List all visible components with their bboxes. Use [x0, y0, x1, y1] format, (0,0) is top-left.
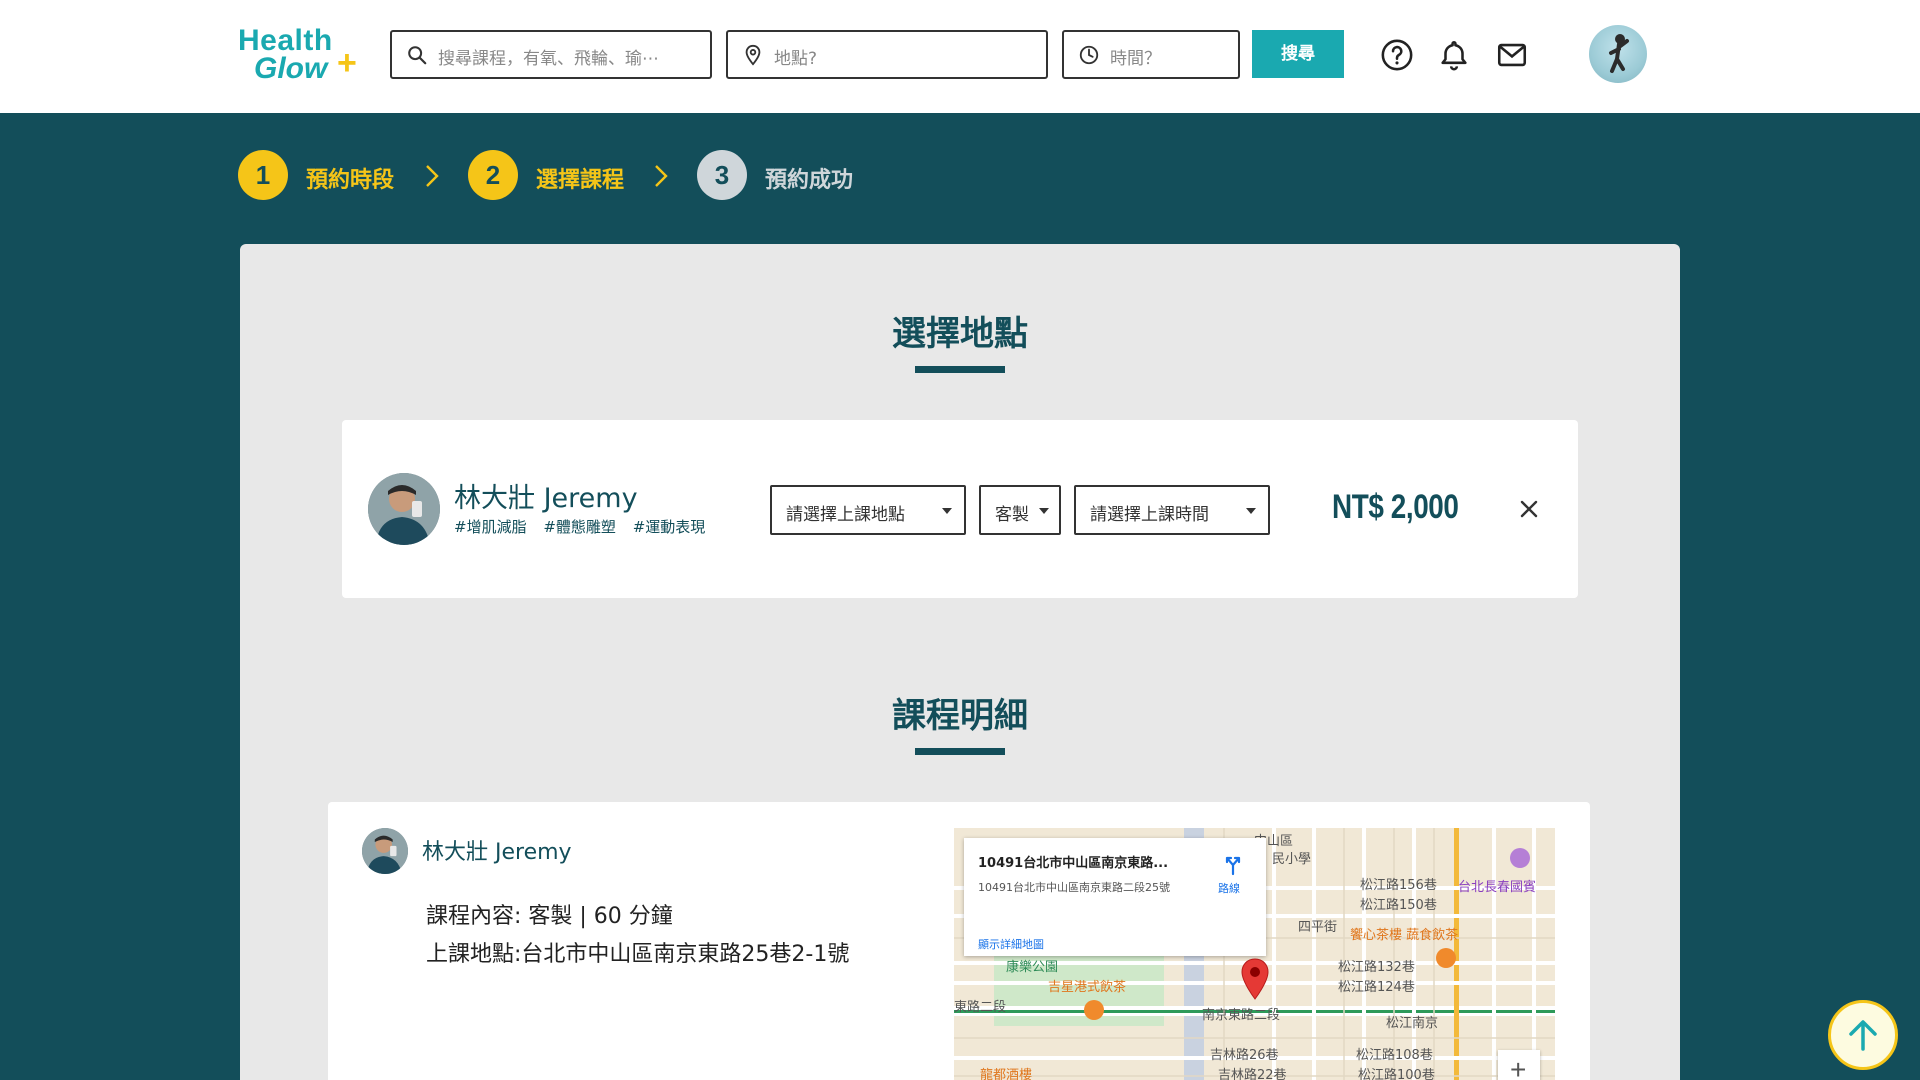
top-header: Health Glow + 搜尋課程，有氧、飛輪、瑜⋯ 地點? 時間？ 搜尋	[0, 0, 1920, 113]
close-icon[interactable]	[1518, 498, 1540, 520]
coach-photo-icon	[368, 473, 440, 545]
coach-booking-card: 林大壯 Jeremy #增肌減脂 #體態雕塑 #運動表現 請選擇上課地點 客製 …	[342, 420, 1578, 598]
caret-down-icon	[942, 508, 952, 514]
bell-icon[interactable]	[1437, 38, 1471, 72]
arrow-up-icon	[1849, 1020, 1877, 1051]
map-street-label: 四平街	[1298, 920, 1338, 935]
coach-tags: #增肌減脂 #體態雕塑 #運動表現	[454, 516, 717, 537]
map-street-label: 松江路132巷	[1338, 960, 1415, 975]
coach-photo-icon	[362, 828, 408, 874]
map-street-label: 南京東路二段	[1202, 1008, 1281, 1023]
map-street-label: 松江南京	[1386, 1016, 1439, 1031]
coach-avatar	[368, 473, 440, 545]
search-icon	[408, 46, 427, 65]
mail-icon[interactable]	[1495, 38, 1529, 72]
user-avatar-figure-icon	[1609, 34, 1629, 73]
coach-tag[interactable]: #運動表現	[633, 518, 706, 536]
course-type-value: 客製	[995, 505, 1029, 525]
map-info-title: 10491台北市中山區南京東路...	[978, 856, 1169, 871]
map-street-label: 松江路150巷	[1360, 898, 1437, 913]
select-location-title: 選擇地點	[892, 314, 1028, 354]
title-underline	[915, 366, 1005, 373]
time-input[interactable]: 時間？	[1062, 30, 1240, 79]
clock-icon	[1079, 45, 1099, 65]
back-to-top-button[interactable]	[1828, 1000, 1898, 1070]
time-placeholder: 時間？	[1110, 49, 1161, 69]
map-poi-label: 饗心茶樓 蔬食飲茶	[1350, 928, 1459, 943]
directions-icon[interactable]	[1222, 854, 1244, 876]
location-placeholder: 地點?	[774, 49, 818, 69]
map-street-label: 民小學	[1272, 852, 1312, 867]
coach-avatar-small	[362, 828, 408, 874]
coach-tag[interactable]: #體態雕塑	[543, 518, 616, 536]
search-button[interactable]: 搜尋	[1252, 30, 1344, 78]
location-pin-icon	[745, 44, 761, 66]
course-detail-card: 林大壯 Jeremy 課程內容: 客製 | 60 分鐘 上課地點:台北市中山區南…	[328, 802, 1590, 1080]
course-type-select[interactable]: 客製	[979, 485, 1061, 535]
step-3-label: 預約成功	[765, 168, 854, 193]
map-street-label: 松江路156巷	[1360, 878, 1437, 893]
title-underline	[915, 748, 1005, 755]
booking-panel: 選擇地點 林大壯 Jeremy #增肌減脂 #體態雕塑 #運動表現 請選擇上課地…	[240, 244, 1680, 1080]
map-zoom-in-button[interactable]: +	[1498, 1050, 1540, 1080]
step-1-label: 預約時段	[306, 168, 395, 193]
route-link[interactable]: 路線	[1218, 880, 1240, 896]
map-street-label: 松江路124巷	[1338, 980, 1415, 995]
map-street-label: 東路二段	[954, 1000, 1007, 1015]
time-select[interactable]: 請選擇上課時間	[1074, 485, 1270, 535]
map-detail-link[interactable]: 顯示詳細地圖	[978, 936, 1044, 952]
help-icon[interactable]	[1380, 38, 1414, 72]
user-avatar[interactable]	[1589, 25, 1647, 83]
location-select[interactable]: 請選擇上課地點	[770, 485, 966, 535]
caret-down-icon	[1246, 508, 1256, 514]
location-select-value: 請選擇上課地點	[786, 505, 905, 525]
course-price: NT$ 2,000	[1332, 488, 1459, 526]
location-input[interactable]: 地點?	[726, 30, 1048, 79]
coach-name: 林大壯 Jeremy	[454, 483, 638, 514]
map-info-window: 10491台北市中山區南京東路... 10491台北市中山區南京東路二段25號 …	[964, 838, 1266, 956]
step-2-label: 選擇課程	[536, 168, 625, 193]
step-2-number: 2	[468, 150, 518, 200]
logo-text-glow: Glow	[254, 52, 328, 85]
course-details-title: 課程明細	[892, 696, 1028, 736]
course-content-line: 課程內容: 客製 | 60 分鐘	[426, 904, 673, 929]
chevron-right-icon	[426, 165, 439, 187]
map-poi-label: 龍都酒樓	[980, 1068, 1033, 1080]
location-map[interactable]: 松江路156巷 松江路150巷 四平街 饗心茶樓 蔬食飲茶 松江路132巷 松江…	[954, 828, 1555, 1080]
map-marker-icon[interactable]	[1240, 958, 1270, 1000]
caret-down-icon	[1039, 508, 1049, 514]
map-poi-label: 台北長春國賓	[1458, 880, 1537, 895]
chevron-right-icon	[655, 165, 668, 187]
course-location-line: 上課地點:台北市中山區南京東路25巷2-1號	[426, 942, 850, 967]
search-placeholder: 搜尋課程，有氧、飛輪、瑜⋯	[438, 49, 659, 69]
map-street-label: 松江路108巷	[1356, 1048, 1433, 1063]
logo-plus: +	[337, 44, 357, 82]
zoom-plus-icon: +	[1510, 1054, 1527, 1080]
step-3-number: 3	[697, 150, 747, 200]
map-street-label: 吉林路26巷	[1210, 1048, 1279, 1063]
map-poi-label: 康樂公園	[1006, 960, 1059, 975]
map-street-label: 松江路100巷	[1358, 1068, 1435, 1080]
time-select-value: 請選擇上課時間	[1090, 505, 1209, 525]
map-street-label: 吉林路22巷	[1218, 1068, 1287, 1080]
coach-tag[interactable]: #增肌減脂	[454, 518, 527, 536]
map-poi-label: 吉星港式飲茶	[1048, 980, 1127, 995]
step-1-number: 1	[238, 150, 288, 200]
healthglow-logo[interactable]: Health Glow +	[238, 24, 358, 86]
search-input[interactable]: 搜尋課程，有氧、飛輪、瑜⋯	[390, 30, 712, 79]
detail-coach-name: 林大壯 Jeremy	[422, 840, 572, 865]
map-info-address: 10491台北市中山區南京東路二段25號	[978, 881, 1170, 894]
